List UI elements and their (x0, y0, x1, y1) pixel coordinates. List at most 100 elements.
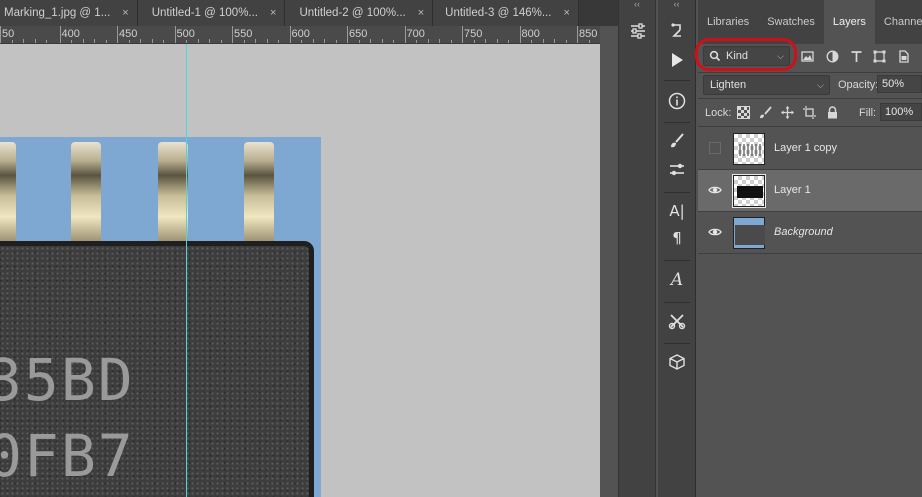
separator (664, 192, 690, 193)
ruler-major-tick (174, 26, 176, 43)
ruler-label: 700 (406, 28, 425, 40)
collapse-dock-icon[interactable]: ‹‹ (658, 0, 695, 10)
ruler-minor-tick (11, 40, 13, 43)
ruler-label: 600 (291, 28, 310, 40)
canvas-area[interactable]: 35BD 0FB7 (0, 44, 600, 497)
ruler-minor-tick (427, 39, 429, 43)
actions-play-icon[interactable] (658, 51, 696, 74)
close-icon[interactable]: × (270, 7, 276, 19)
layer-thumbnail (733, 133, 765, 165)
tab-label: Marking_1.jpg @ 1... (4, 7, 111, 19)
ruler-minor-tick (46, 40, 47, 43)
ruler-minor-tick (439, 39, 440, 43)
visibility-toggle-off[interactable] (709, 142, 721, 154)
ruler-minor-tick (531, 40, 532, 43)
ruler-minor-tick (324, 39, 325, 43)
separator (664, 343, 690, 344)
separator (664, 80, 690, 81)
eye-icon[interactable] (708, 183, 722, 197)
separator (664, 260, 690, 261)
thumbnail-content (737, 186, 763, 198)
close-icon[interactable]: × (563, 7, 569, 19)
ruler-label: 50 (2, 28, 15, 40)
lock-position-icon[interactable] (781, 106, 794, 119)
layer-row[interactable]: Layer 1 (698, 170, 922, 212)
layer-name[interactable]: Background (774, 226, 833, 238)
layer-name[interactable]: Layer 1 (774, 184, 811, 196)
ruler-minor-tick (335, 40, 337, 43)
blend-mode-select[interactable]: Lighten ⌵ (703, 75, 830, 95)
tab-channels[interactable]: Channels (875, 0, 922, 44)
separator (664, 122, 690, 123)
chip-marking-line: 35BD (0, 346, 135, 414)
photoshop-window: Marking_1.jpg @ 1... × Untitled-1 @ 100%.… (0, 0, 922, 497)
ruler-minor-tick (393, 40, 394, 43)
character-icon[interactable]: A| (658, 202, 696, 220)
lock-transparent-pixels-icon[interactable] (737, 106, 750, 119)
document-tab[interactable]: Untitled-2 @ 100%... × (285, 0, 434, 26)
ruler-major-tick (519, 26, 521, 43)
ruler-minor-tick (370, 39, 371, 43)
ruler-minor-tick (358, 40, 360, 43)
collapse-dock-icon[interactable]: ‹‹ (619, 0, 655, 10)
ruler-minor-tick (473, 40, 475, 43)
ruler-label: 850 (579, 28, 598, 40)
info-icon[interactable] (658, 92, 696, 115)
ruler-minor-tick (266, 39, 268, 43)
layer-row[interactable]: Background (698, 212, 922, 254)
ruler-minor-tick (496, 39, 498, 43)
vertical-guide[interactable] (186, 44, 187, 497)
filter-pixel-icon[interactable] (801, 50, 814, 63)
lock-all-icon[interactable] (826, 106, 839, 119)
ruler-major-tick (404, 26, 406, 43)
paragraph-icon[interactable]: ¶ (658, 229, 696, 247)
ruler-label: 650 (349, 28, 368, 40)
chip-photo: 35BD 0FB7 (0, 137, 321, 497)
document-tab[interactable]: Untitled-1 @ 100%... × (137, 0, 286, 26)
ruler-label: 450 (119, 28, 138, 40)
lock-image-pixels-icon[interactable] (759, 106, 772, 119)
ruler-minor-tick (312, 39, 314, 43)
opacity-input[interactable]: 50% (877, 75, 922, 93)
ruler-minor-tick (450, 40, 452, 43)
filter-type-icon[interactable] (850, 50, 863, 63)
ruler-minor-tick (209, 39, 210, 43)
glyphs-icon[interactable]: A (658, 270, 696, 290)
3d-cube-icon[interactable] (658, 353, 696, 376)
ruler-minor-tick (163, 40, 164, 43)
red-annotation-ellipse (695, 38, 797, 71)
properties-dock-strip: ‹‹ (618, 0, 656, 497)
divider (698, 126, 922, 127)
lock-artboard-icon[interactable] (803, 106, 816, 119)
chip-pin (0, 142, 16, 246)
tool-presets-icon[interactable] (658, 312, 696, 335)
brush-settings-icon[interactable] (658, 132, 696, 155)
blend-mode-value: Lighten (710, 79, 747, 91)
eye-icon[interactable] (708, 225, 722, 239)
horizontal-ruler[interactable]: 50 400 450 500 550 600 650 700 750 800 850 (0, 26, 600, 44)
close-icon[interactable]: × (418, 7, 424, 19)
filter-adjustment-icon[interactable] (826, 50, 839, 63)
ruler-label: 400 (61, 28, 80, 40)
ruler-major-tick (347, 26, 348, 43)
chip-pin (244, 142, 274, 246)
chip-pin (71, 142, 101, 246)
ruler-major-tick (462, 26, 463, 43)
ruler-minor-tick (128, 40, 130, 43)
ruler-label: 550 (234, 28, 253, 40)
document-tab[interactable]: Untitled-3 @ 146%... × (433, 0, 579, 26)
properties-sliders-icon[interactable] (619, 22, 657, 45)
ruler-minor-tick (588, 40, 590, 43)
layer-row[interactable]: Layer 1 copy (698, 128, 922, 170)
tab-layers[interactable]: Layers (823, 0, 875, 44)
fill-input[interactable]: 100% (880, 103, 922, 121)
filter-smart-object-icon[interactable] (897, 50, 910, 63)
ruler-minor-tick (554, 39, 555, 43)
filter-shape-icon[interactable] (873, 50, 886, 63)
history-icon[interactable] (658, 22, 696, 45)
layer-name[interactable]: Layer 1 copy (774, 142, 837, 154)
layer-thumbnail (733, 217, 765, 249)
document-tab[interactable]: Marking_1.jpg @ 1... × (0, 0, 138, 26)
close-icon[interactable]: × (122, 7, 128, 19)
adjustments-icon[interactable] (658, 161, 696, 184)
